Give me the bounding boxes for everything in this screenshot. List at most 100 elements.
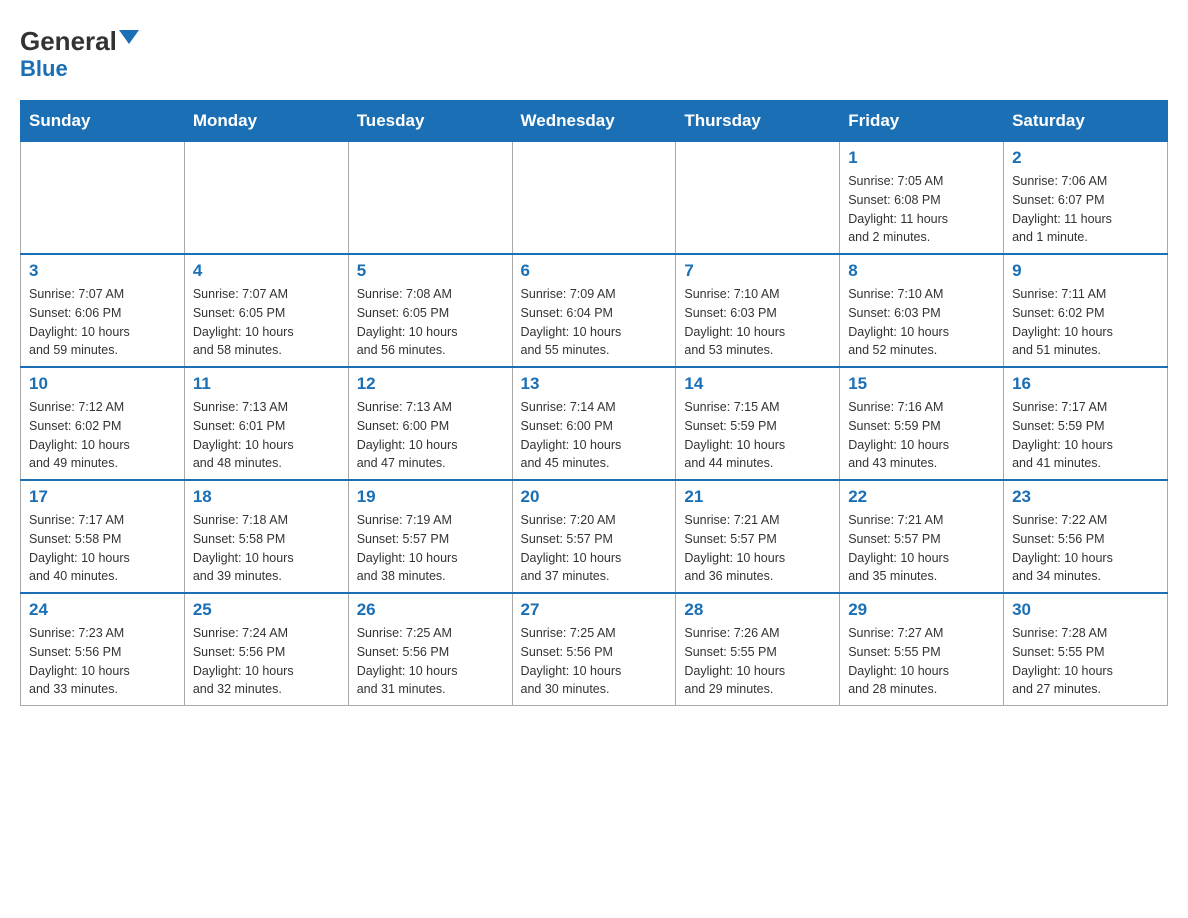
calendar-day-cell (512, 142, 676, 255)
day-info: Sunrise: 7:14 AM Sunset: 6:00 PM Dayligh… (521, 398, 668, 473)
page-header: General Blue (20, 20, 1168, 82)
calendar-day-cell: 10 Sunrise: 7:12 AM Sunset: 6:02 PM Dayli… (21, 367, 185, 480)
calendar-day-cell: 17 Sunrise: 7:17 AM Sunset: 5:58 PM Dayli… (21, 480, 185, 593)
calendar-day-cell: 8Sunrise: 7:10 AM Sunset: 6:03 PM Daylig… (840, 254, 1004, 367)
calendar-day-cell: 11 Sunrise: 7:13 AM Sunset: 6:01 PM Dayli… (184, 367, 348, 480)
calendar-day-cell: 6 Sunrise: 7:09 AM Sunset: 6:04 PM Daylig… (512, 254, 676, 367)
logo-general: General (20, 28, 117, 54)
day-number: 28 (684, 600, 831, 620)
day-header-saturday: Saturday (1004, 101, 1168, 142)
calendar-week-row: 1 Sunrise: 7:05 AM Sunset: 6:08 PM Daylig… (21, 142, 1168, 255)
calendar-day-cell: 18 Sunrise: 7:18 AM Sunset: 5:58 PM Dayli… (184, 480, 348, 593)
day-info: Sunrise: 7:06 AM Sunset: 6:07 PM Dayligh… (1012, 172, 1159, 247)
day-number: 13 (521, 374, 668, 394)
calendar-day-cell: 14Sunrise: 7:15 AM Sunset: 5:59 PM Dayli… (676, 367, 840, 480)
day-number: 29 (848, 600, 995, 620)
calendar-day-cell (676, 142, 840, 255)
calendar-day-cell: 29 Sunrise: 7:27 AM Sunset: 5:55 PM Dayli… (840, 593, 1004, 706)
day-header-thursday: Thursday (676, 101, 840, 142)
calendar-day-cell: 28 Sunrise: 7:26 AM Sunset: 5:55 PM Dayli… (676, 593, 840, 706)
day-header-friday: Friday (840, 101, 1004, 142)
day-number: 23 (1012, 487, 1159, 507)
day-info: Sunrise: 7:10 AM Sunset: 6:03 PM Dayligh… (848, 285, 995, 360)
calendar-day-cell: 7 Sunrise: 7:10 AM Sunset: 6:03 PM Daylig… (676, 254, 840, 367)
day-info: Sunrise: 7:17 AM Sunset: 5:58 PM Dayligh… (29, 511, 176, 586)
day-number: 2 (1012, 148, 1159, 168)
day-number: 6 (521, 261, 668, 281)
logo-blue: Blue (20, 56, 68, 82)
day-number: 17 (29, 487, 176, 507)
calendar-day-cell: 20Sunrise: 7:20 AM Sunset: 5:57 PM Dayli… (512, 480, 676, 593)
day-number: 9 (1012, 261, 1159, 281)
calendar-week-row: 10 Sunrise: 7:12 AM Sunset: 6:02 PM Dayli… (21, 367, 1168, 480)
day-number: 27 (521, 600, 668, 620)
day-header-monday: Monday (184, 101, 348, 142)
day-number: 10 (29, 374, 176, 394)
calendar-day-cell: 1 Sunrise: 7:05 AM Sunset: 6:08 PM Daylig… (840, 142, 1004, 255)
day-info: Sunrise: 7:25 AM Sunset: 5:56 PM Dayligh… (357, 624, 504, 699)
logo: General Blue (20, 28, 139, 82)
day-number: 16 (1012, 374, 1159, 394)
day-info: Sunrise: 7:13 AM Sunset: 6:01 PM Dayligh… (193, 398, 340, 473)
day-info: Sunrise: 7:11 AM Sunset: 6:02 PM Dayligh… (1012, 285, 1159, 360)
day-info: Sunrise: 7:24 AM Sunset: 5:56 PM Dayligh… (193, 624, 340, 699)
day-info: Sunrise: 7:19 AM Sunset: 5:57 PM Dayligh… (357, 511, 504, 586)
day-info: Sunrise: 7:07 AM Sunset: 6:05 PM Dayligh… (193, 285, 340, 360)
day-number: 21 (684, 487, 831, 507)
calendar-day-cell: 2 Sunrise: 7:06 AM Sunset: 6:07 PM Daylig… (1004, 142, 1168, 255)
day-number: 7 (684, 261, 831, 281)
day-number: 25 (193, 600, 340, 620)
calendar-week-row: 24 Sunrise: 7:23 AM Sunset: 5:56 PM Dayli… (21, 593, 1168, 706)
calendar-day-cell (184, 142, 348, 255)
day-number: 15 (848, 374, 995, 394)
day-info: Sunrise: 7:25 AM Sunset: 5:56 PM Dayligh… (521, 624, 668, 699)
logo-arrow-icon (119, 30, 139, 44)
calendar-day-cell: 21 Sunrise: 7:21 AM Sunset: 5:57 PM Dayli… (676, 480, 840, 593)
calendar-day-cell: 5 Sunrise: 7:08 AM Sunset: 6:05 PM Daylig… (348, 254, 512, 367)
calendar-day-cell: 22 Sunrise: 7:21 AM Sunset: 5:57 PM Dayli… (840, 480, 1004, 593)
calendar-day-cell (21, 142, 185, 255)
calendar-day-cell: 12Sunrise: 7:13 AM Sunset: 6:00 PM Dayli… (348, 367, 512, 480)
day-number: 20 (521, 487, 668, 507)
calendar-day-cell: 19 Sunrise: 7:19 AM Sunset: 5:57 PM Dayli… (348, 480, 512, 593)
day-number: 5 (357, 261, 504, 281)
calendar-day-cell: 25 Sunrise: 7:24 AM Sunset: 5:56 PM Dayli… (184, 593, 348, 706)
day-info: Sunrise: 7:09 AM Sunset: 6:04 PM Dayligh… (521, 285, 668, 360)
day-info: Sunrise: 7:08 AM Sunset: 6:05 PM Dayligh… (357, 285, 504, 360)
calendar-header-row: SundayMondayTuesdayWednesdayThursdayFrid… (21, 101, 1168, 142)
day-number: 3 (29, 261, 176, 281)
day-info: Sunrise: 7:22 AM Sunset: 5:56 PM Dayligh… (1012, 511, 1159, 586)
day-number: 11 (193, 374, 340, 394)
calendar-day-cell: 30 Sunrise: 7:28 AM Sunset: 5:55 PM Dayli… (1004, 593, 1168, 706)
day-number: 1 (848, 148, 995, 168)
day-number: 30 (1012, 600, 1159, 620)
calendar-week-row: 3 Sunrise: 7:07 AM Sunset: 6:06 PM Daylig… (21, 254, 1168, 367)
day-number: 26 (357, 600, 504, 620)
day-number: 22 (848, 487, 995, 507)
day-info: Sunrise: 7:10 AM Sunset: 6:03 PM Dayligh… (684, 285, 831, 360)
day-info: Sunrise: 7:12 AM Sunset: 6:02 PM Dayligh… (29, 398, 176, 473)
day-header-tuesday: Tuesday (348, 101, 512, 142)
day-number: 24 (29, 600, 176, 620)
day-info: Sunrise: 7:05 AM Sunset: 6:08 PM Dayligh… (848, 172, 995, 247)
day-header-sunday: Sunday (21, 101, 185, 142)
day-info: Sunrise: 7:21 AM Sunset: 5:57 PM Dayligh… (684, 511, 831, 586)
day-number: 19 (357, 487, 504, 507)
day-info: Sunrise: 7:17 AM Sunset: 5:59 PM Dayligh… (1012, 398, 1159, 473)
day-info: Sunrise: 7:07 AM Sunset: 6:06 PM Dayligh… (29, 285, 176, 360)
calendar-day-cell: 4Sunrise: 7:07 AM Sunset: 6:05 PM Daylig… (184, 254, 348, 367)
day-number: 18 (193, 487, 340, 507)
day-info: Sunrise: 7:26 AM Sunset: 5:55 PM Dayligh… (684, 624, 831, 699)
day-header-wednesday: Wednesday (512, 101, 676, 142)
day-info: Sunrise: 7:23 AM Sunset: 5:56 PM Dayligh… (29, 624, 176, 699)
day-info: Sunrise: 7:18 AM Sunset: 5:58 PM Dayligh… (193, 511, 340, 586)
calendar-day-cell: 24 Sunrise: 7:23 AM Sunset: 5:56 PM Dayli… (21, 593, 185, 706)
day-info: Sunrise: 7:28 AM Sunset: 5:55 PM Dayligh… (1012, 624, 1159, 699)
day-info: Sunrise: 7:21 AM Sunset: 5:57 PM Dayligh… (848, 511, 995, 586)
calendar-day-cell (348, 142, 512, 255)
day-number: 12 (357, 374, 504, 394)
calendar-day-cell: 27 Sunrise: 7:25 AM Sunset: 5:56 PM Dayli… (512, 593, 676, 706)
day-info: Sunrise: 7:27 AM Sunset: 5:55 PM Dayligh… (848, 624, 995, 699)
calendar-day-cell: 15Sunrise: 7:16 AM Sunset: 5:59 PM Dayli… (840, 367, 1004, 480)
calendar-table: SundayMondayTuesdayWednesdayThursdayFrid… (20, 100, 1168, 706)
